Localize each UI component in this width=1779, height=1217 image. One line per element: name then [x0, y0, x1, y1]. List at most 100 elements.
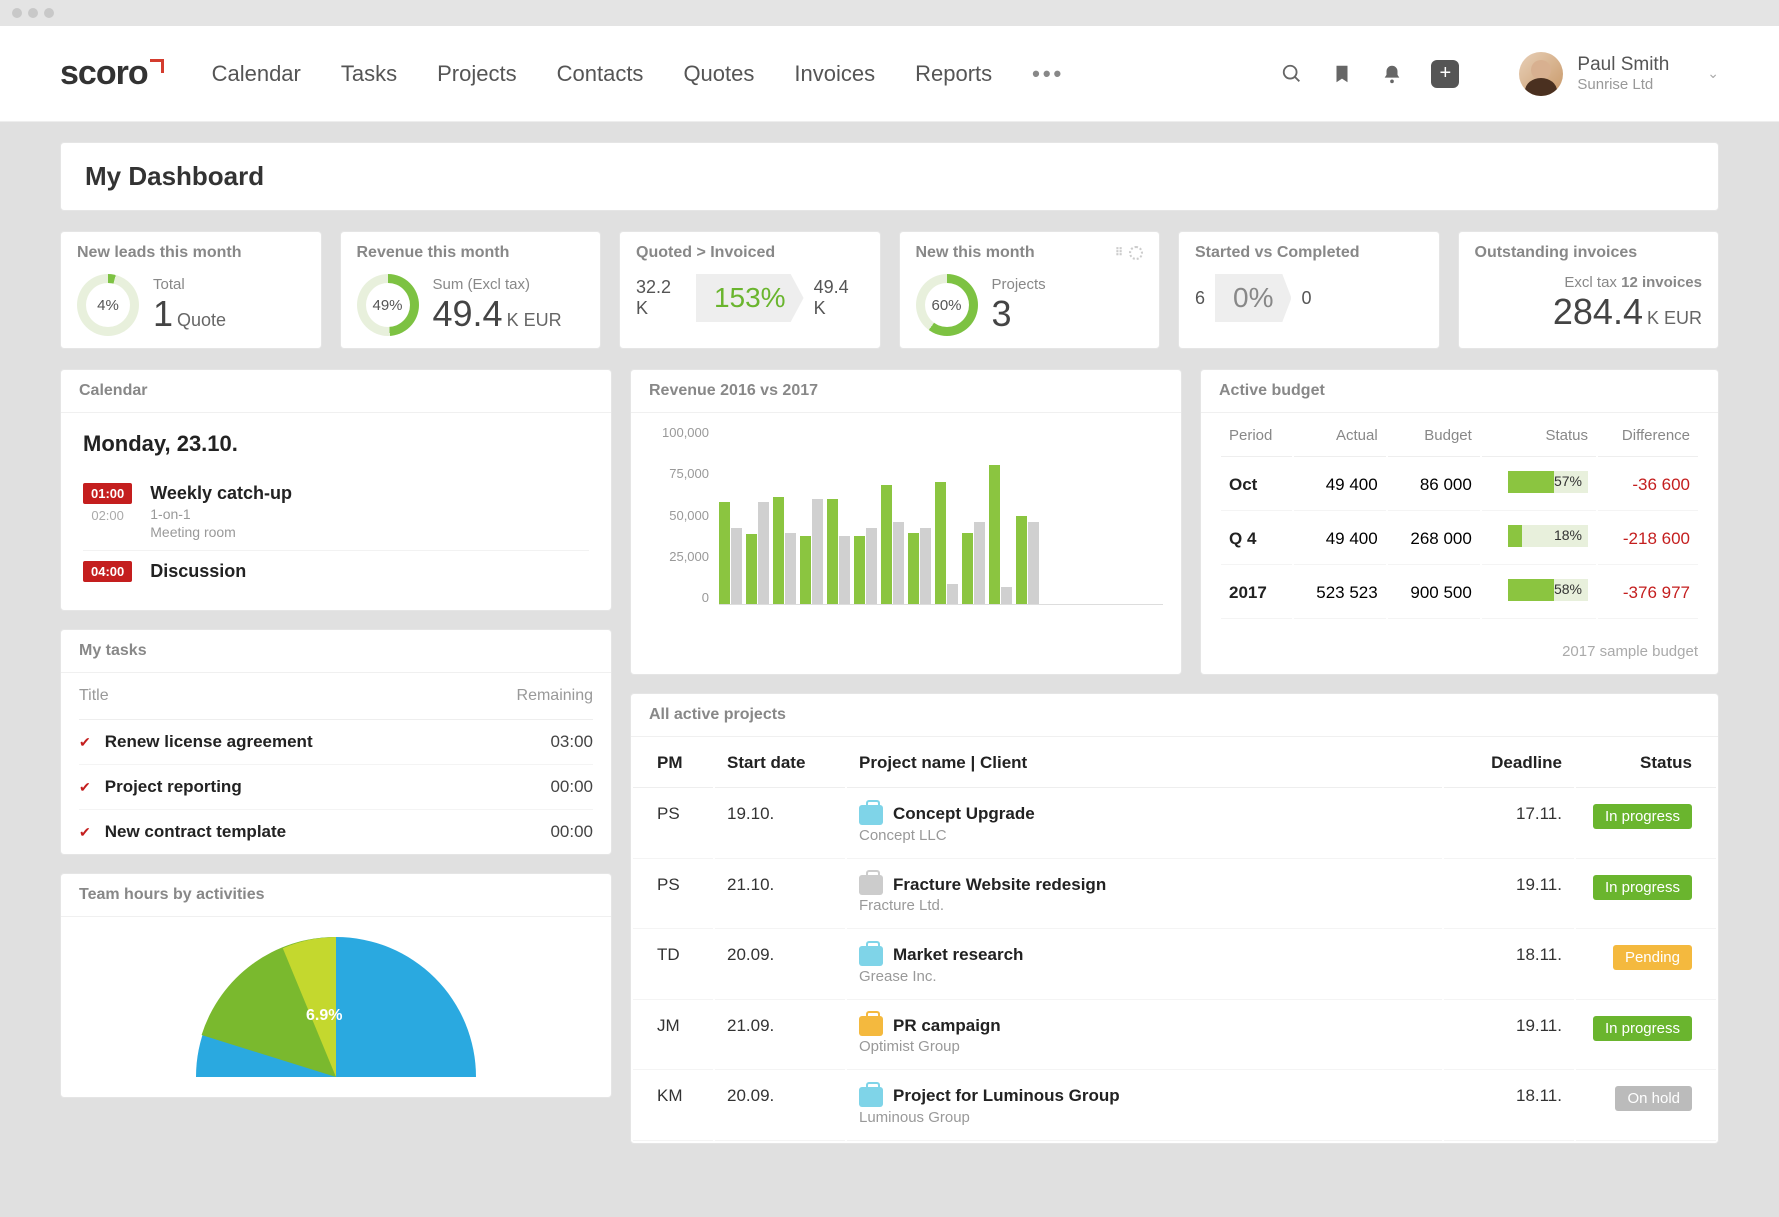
bookmark-icon[interactable]	[1331, 63, 1353, 85]
bar-group	[935, 482, 958, 604]
add-button[interactable]: +	[1431, 60, 1459, 88]
task-row[interactable]: ✔ Project reporting 00:00	[79, 765, 593, 810]
event-title: Weekly catch-up	[150, 483, 292, 504]
y-axis: 100,00075,00050,00025,0000	[649, 425, 709, 605]
avatar	[1519, 52, 1563, 96]
nav-calendar[interactable]: Calendar	[212, 61, 301, 87]
chrome-min-dot[interactable]	[28, 8, 38, 18]
col-status[interactable]: Status	[1576, 739, 1716, 788]
drag-icon: ⠿	[1115, 246, 1123, 260]
bar-group	[962, 522, 985, 604]
task-row[interactable]: ✔ New contract template 00:00	[79, 810, 593, 854]
project-row[interactable]: KM 20.09. Project for Luminous GroupLumi…	[633, 1072, 1716, 1141]
kpi-started-completed[interactable]: Started vs Completed 6 0% 0	[1178, 231, 1440, 349]
cell-status: In progress	[1576, 861, 1716, 930]
tasks-card: My tasks TitleRemaining ✔ Renew license …	[60, 629, 612, 855]
bar-2017	[812, 499, 823, 604]
cell-name: Fracture Website redesignFracture Ltd.	[847, 861, 1442, 930]
briefcase-icon	[859, 946, 883, 966]
kpi-unit: K EUR	[507, 310, 562, 330]
cell-budget: 86 000	[1388, 459, 1480, 511]
bar-chart: 100,00075,00050,00025,0000	[649, 425, 1163, 605]
nav-quotes[interactable]: Quotes	[683, 61, 754, 87]
kpi-outstanding-invoices[interactable]: Outstanding invoices Excl tax 12 invoice…	[1458, 231, 1720, 349]
chrome-max-dot[interactable]	[44, 8, 54, 18]
budget-row[interactable]: Q 4 49 400 268 000 18% -218 600	[1221, 513, 1698, 565]
nav-more[interactable]: •••	[1032, 61, 1064, 87]
kpi-header: New this month ⠿	[916, 244, 1144, 262]
donut-chart-icon: 4%	[77, 274, 139, 336]
project-row[interactable]: JM 21.09. PR campaignOptimist Group 19.1…	[633, 1002, 1716, 1071]
pie-label: 6.9%	[306, 1007, 342, 1025]
budget-card: Active budget Period Actual Budget Statu…	[1200, 369, 1719, 675]
bar-2017	[1001, 587, 1012, 604]
page-title: My Dashboard	[85, 161, 1694, 192]
cell-status: In progress	[1576, 1002, 1716, 1071]
col-deadline[interactable]: Deadline	[1444, 739, 1574, 788]
bar-group	[881, 485, 904, 604]
col-name[interactable]: Project name | Client	[847, 739, 1442, 788]
pie-chart: 6.9%	[196, 937, 476, 1077]
chevron-down-icon: ⌄	[1707, 65, 1719, 82]
projects-table: PM Start date Project name | Client Dead…	[631, 737, 1718, 1143]
card-header: All active projects	[631, 694, 1718, 737]
kpi-new-projects[interactable]: New this month ⠿ 60% Projects 3	[899, 231, 1161, 349]
kpi-value: 3	[992, 293, 1012, 334]
bar-2017	[758, 502, 769, 604]
chrome-close-dot[interactable]	[12, 8, 22, 18]
project-row[interactable]: TD 20.09. Market researchGrease Inc. 18.…	[633, 931, 1716, 1000]
cell-name: Market researchGrease Inc.	[847, 931, 1442, 1000]
search-icon[interactable]	[1281, 63, 1303, 85]
kpi-row: New leads this month 4% Total 1Quote Rev…	[60, 231, 1719, 349]
bar-2016	[881, 485, 892, 604]
donut-chart-icon: 49%	[357, 274, 419, 336]
col-start[interactable]: Start date	[715, 739, 845, 788]
budget-row[interactable]: 2017 523 523 900 500 58% -376 977	[1221, 567, 1698, 619]
project-row[interactable]: PS 19.10. Concept UpgradeConcept LLC 17.…	[633, 790, 1716, 859]
kpi-unit: Quote	[177, 310, 226, 330]
col-status: Status	[1482, 415, 1596, 457]
bar-2016	[908, 533, 919, 604]
cell-diff: -376 977	[1598, 567, 1698, 619]
cell-period: Oct	[1221, 459, 1292, 511]
briefcase-icon	[859, 875, 883, 895]
bar-2016	[746, 534, 757, 604]
calendar-item[interactable]: 04:00 Discussion	[83, 551, 589, 592]
cell-diff: -36 600	[1598, 459, 1698, 511]
bar-2017	[866, 528, 877, 605]
task-title: New contract template	[105, 822, 286, 842]
cell-actual: 49 400	[1294, 513, 1386, 565]
cell-status: 58%	[1482, 567, 1596, 619]
cell-status: In progress	[1576, 790, 1716, 859]
nav-contacts[interactable]: Contacts	[557, 61, 644, 87]
cell-name: Project for Luminous GroupLuminous Group	[847, 1072, 1442, 1141]
kpi-quoted-invoiced[interactable]: Quoted > Invoiced 32.2 K 153% 49.4 K	[619, 231, 881, 349]
kpi-revenue[interactable]: Revenue this month 49% Sum (Excl tax) 49…	[340, 231, 602, 349]
logo[interactable]: scoro	[60, 54, 164, 93]
user-name: Paul Smith	[1577, 54, 1669, 76]
project-row[interactable]: PS 21.10. Fracture Website redesignFract…	[633, 861, 1716, 930]
task-title: Renew license agreement	[105, 732, 313, 752]
cell-pm: PS	[633, 861, 713, 930]
calendar-item[interactable]: 01:00 02:00 Weekly catch-up 1-on-1 Meeti…	[83, 473, 589, 551]
budget-row[interactable]: Oct 49 400 86 000 57% -36 600	[1221, 459, 1698, 511]
bell-icon[interactable]	[1381, 63, 1403, 85]
col-pm[interactable]: PM	[633, 739, 713, 788]
kpi-new-leads[interactable]: New leads this month 4% Total 1Quote	[60, 231, 322, 349]
cell-deadline: 18.11.	[1444, 931, 1574, 1000]
calendar-card: Calendar Monday, 23.10. 01:00 02:00 Week…	[60, 369, 612, 611]
kpi-header: New leads this month	[77, 244, 305, 262]
bar-group	[827, 499, 850, 604]
nav-projects[interactable]: Projects	[437, 61, 516, 87]
kpi-header: Started vs Completed	[1195, 244, 1423, 262]
task-row[interactable]: ✔ Renew license agreement 03:00	[79, 720, 593, 765]
col-diff: Difference	[1598, 415, 1698, 457]
cell-status: On hold	[1576, 1072, 1716, 1141]
user-menu[interactable]: Paul Smith Sunrise Ltd ⌄	[1519, 52, 1719, 96]
nav-invoices[interactable]: Invoices	[794, 61, 875, 87]
card-options[interactable]: ⠿	[1115, 246, 1143, 260]
nav-reports[interactable]: Reports	[915, 61, 992, 87]
calendar-date: Monday, 23.10.	[83, 431, 589, 457]
nav-tasks[interactable]: Tasks	[341, 61, 397, 87]
budget-footer: 2017 sample budget	[1201, 635, 1718, 674]
